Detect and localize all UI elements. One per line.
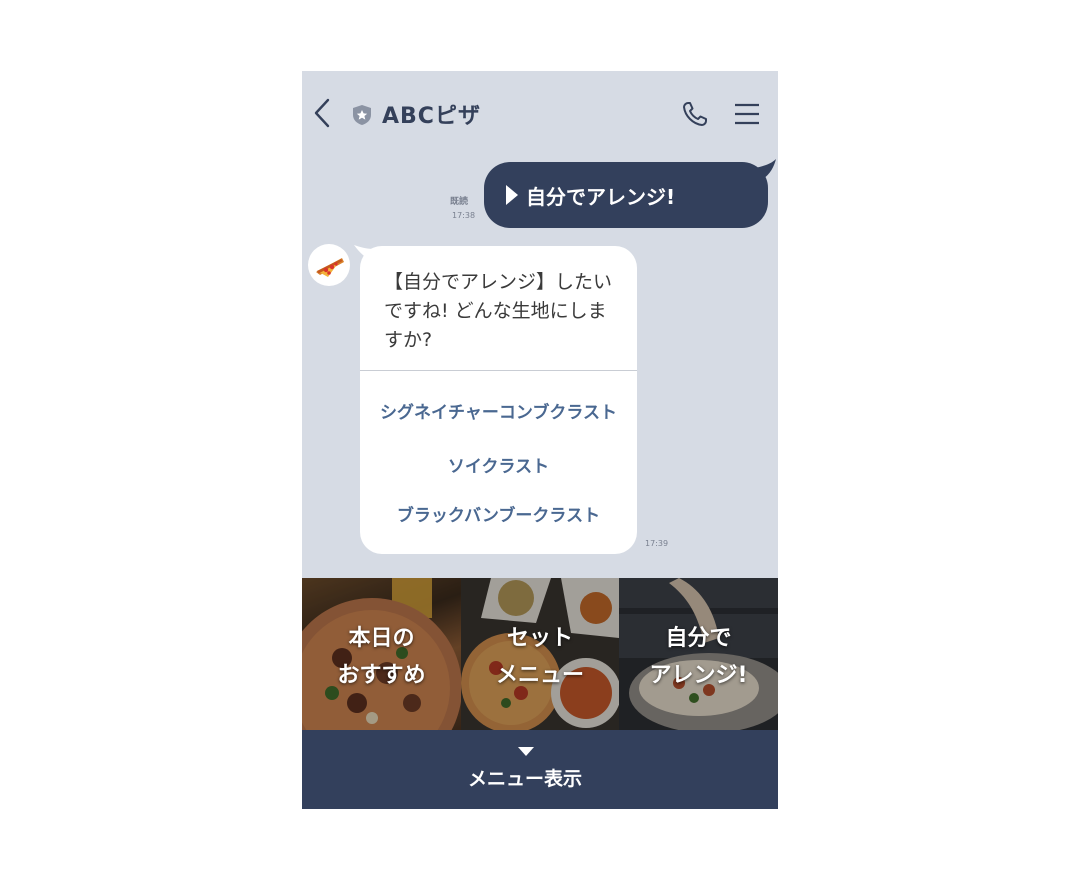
option-signature-konbu-crust[interactable]: シグネイチャーコンブクラスト (360, 398, 637, 423)
rich-menu-tile-set-menu[interactable]: セット メニュー (461, 578, 619, 730)
rich-menu-label: 本日の おすすめ (302, 620, 461, 694)
read-receipt: 既読 (450, 197, 469, 207)
outgoing-timestamp: 17:38 (452, 211, 476, 220)
bot-avatar[interactable] (308, 244, 350, 286)
chat-header: ABCピザ (302, 71, 778, 157)
card-divider (360, 370, 637, 371)
chat-screen: ABCピザ 自分でアレンジ! 既読 17:38 【自分でアレンジ】したいですね!… (302, 71, 778, 809)
shield-star-icon (353, 105, 371, 125)
chevron-left-icon (314, 98, 330, 128)
back-button[interactable] (312, 97, 334, 129)
play-icon (506, 185, 518, 205)
tile-line2: おすすめ (337, 663, 426, 688)
caret-down-icon (518, 747, 534, 756)
incoming-message-text: 【自分でアレンジ】したいですね! どんな生地にしますか? (384, 271, 613, 351)
chat-title: ABCピザ (382, 104, 481, 129)
hamburger-icon (735, 103, 759, 125)
option-black-bamboo-crust[interactable]: ブラックバンブークラスト (360, 501, 637, 526)
tile-line1: セット (506, 626, 573, 651)
menu-toggle-bar[interactable]: メニュー表示 (302, 730, 778, 809)
phone-icon (683, 102, 707, 126)
hamburger-menu-button[interactable] (734, 103, 760, 125)
tile-line2: メニュー (495, 663, 584, 688)
rich-menu-label: 自分で アレンジ! (619, 620, 778, 694)
outgoing-message-text: 自分でアレンジ! (526, 185, 676, 209)
call-button[interactable] (682, 101, 708, 127)
incoming-timestamp: 17:39 (645, 539, 669, 548)
tile-line1: 自分で (665, 626, 732, 651)
rich-menu-tile-arrange[interactable]: 自分で アレンジ! (619, 578, 778, 730)
tile-line2: アレンジ! (649, 663, 748, 688)
tile-line1: 本日の (348, 626, 415, 651)
rich-menu: 本日の おすすめ セット メニュー 自分で アレンジ! (302, 578, 778, 730)
pizza-icon (316, 258, 344, 277)
incoming-message-card: 【自分でアレンジ】したいですね! どんな生地にしますか? シグネイチャーコンブク… (360, 246, 637, 554)
menu-toggle-label: メニュー表示 (467, 768, 582, 790)
rich-menu-label: セット メニュー (461, 620, 619, 694)
rich-menu-tile-recommended[interactable]: 本日の おすすめ (302, 578, 461, 730)
option-soy-crust[interactable]: ソイクラスト (360, 452, 637, 477)
